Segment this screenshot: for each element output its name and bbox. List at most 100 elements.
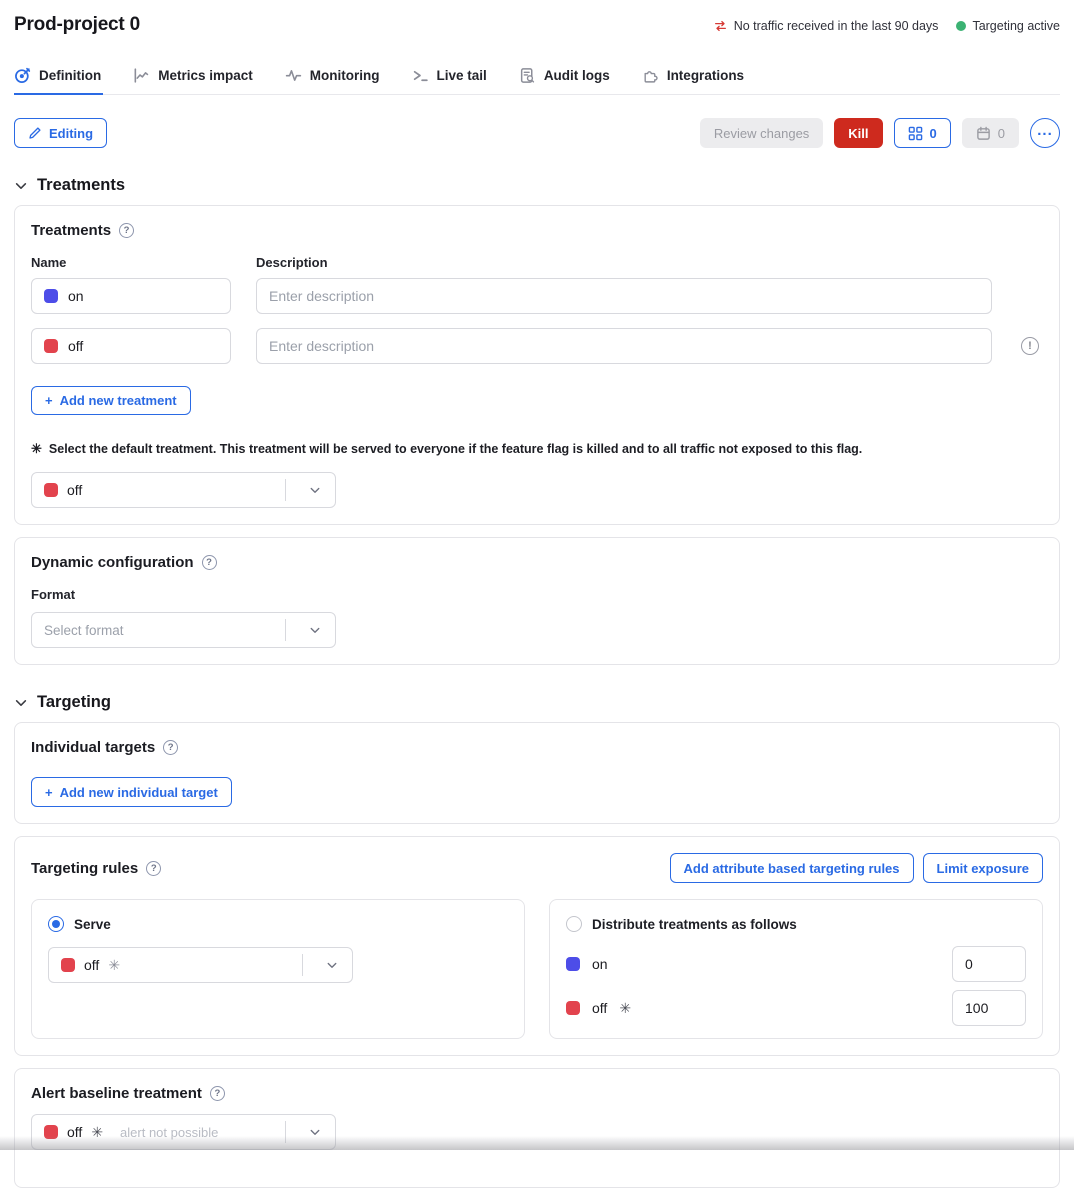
dynamic-config-title: Dynamic configuration [31,554,194,571]
chevron-down-icon [14,179,28,193]
treatments-section-title: Treatments [37,176,125,195]
editing-button[interactable]: Editing [14,118,107,148]
treatments-section-header[interactable]: Treatments [14,176,1060,195]
kill-button[interactable]: Kill [834,118,882,148]
puzzle-icon [642,67,659,84]
schedule-count: 0 [998,126,1005,141]
distribute-row-off: off ✳ [566,990,1026,1026]
tab-integrations[interactable]: Integrations [642,67,746,94]
alert-baseline-select[interactable]: off ✳ alert not possible [31,1114,336,1150]
calendar-icon [976,126,991,141]
limit-exposure-label: Limit exposure [937,861,1029,876]
select-divider [285,479,286,501]
help-icon[interactable]: ? [119,223,134,238]
default-asterisk-icon: ✳ [619,1000,631,1017]
treatment-color-swatch-on [44,289,58,303]
treatment-description-input-on[interactable] [256,278,992,314]
distribute-radio-row[interactable]: Distribute treatments as follows [566,916,1026,932]
targeting-status: Targeting active [956,19,1060,33]
chevron-down-icon [14,696,28,710]
warning-icon-wrap: ! [1017,337,1043,355]
help-icon[interactable]: ? [146,861,161,876]
pencil-icon [28,126,42,140]
distribute-percent-input-on[interactable] [952,946,1026,982]
tab-live-tail[interactable]: Live tail [412,67,489,94]
treatments-card-title: Treatments [31,222,111,239]
treatment-color-swatch-off [44,339,58,353]
treatment-color-swatch-off [61,958,75,972]
distribute-label: Distribute treatments as follows [592,917,797,932]
treatment-name-input-on[interactable]: on [31,278,231,314]
monitoring-pulse-icon [285,67,302,84]
distribute-radio[interactable] [566,916,582,932]
distribute-name-off: off [592,1000,607,1016]
treatments-card: Treatments ? Name Description on off [14,205,1060,525]
feature-flag-page: Prod-project 0 No traffic received in th… [0,14,1074,1188]
ellipsis-icon: ... [1037,122,1053,139]
kill-button-label: Kill [848,126,868,141]
review-changes-label: Review changes [714,126,809,141]
targeting-rules-buttons: Add attribute based targeting rules Limi… [670,853,1043,883]
editing-button-label: Editing [49,126,93,141]
select-divider [285,619,286,641]
targeting-status-text: Targeting active [972,19,1060,33]
tab-definition[interactable]: Definition [14,67,103,94]
format-label: Format [31,587,1043,602]
tab-audit-logs[interactable]: Audit logs [519,67,612,94]
treatments-card-title-row: Treatments ? [31,222,1043,239]
schedule-button[interactable]: 0 [962,118,1019,148]
status-group: No traffic received in the last 90 days … [713,19,1060,33]
help-icon[interactable]: ? [210,1086,225,1101]
serve-treatment-select[interactable]: off ✳ [48,947,353,983]
versions-button[interactable]: 0 [894,118,951,148]
targeting-active-dot-icon [956,21,966,31]
treatment-name-off: off [68,338,83,354]
serve-panel: Serve off ✳ [31,899,525,1039]
chevron-down-icon [295,1126,335,1138]
alert-baseline-title: Alert baseline treatment [31,1085,202,1102]
format-select[interactable]: Select format [31,612,336,648]
audit-log-icon [519,67,536,84]
format-select-placeholder: Select format [44,623,124,638]
default-asterisk-icon: ✳ [108,957,120,974]
treatment-desc-wrap-on [256,278,992,314]
serve-radio[interactable] [48,916,64,932]
warning-icon[interactable]: ! [1021,337,1039,355]
treatment-color-swatch-off [44,483,58,497]
distribute-name-on: on [592,956,608,972]
review-changes-button[interactable]: Review changes [700,118,823,148]
treatment-row-on: on [31,278,1043,314]
tab-monitoring-label: Monitoring [310,68,380,83]
default-asterisk-icon: ✳ [31,442,42,456]
targeting-section-header[interactable]: Targeting [14,693,1060,712]
alert-not-possible-note: alert not possible [120,1125,218,1140]
plus-icon: + [45,785,53,800]
default-asterisk-icon: ✳ [91,1124,103,1141]
add-individual-target-button[interactable]: + Add new individual target [31,777,232,807]
select-divider [302,954,303,976]
metrics-chart-icon [133,67,150,84]
limit-exposure-button[interactable]: Limit exposure [923,853,1043,883]
serve-label: Serve [74,917,111,932]
alert-baseline-title-row: Alert baseline treatment ? [31,1085,1043,1102]
traffic-status-text: No traffic received in the last 90 days [734,19,939,33]
help-icon[interactable]: ? [163,740,178,755]
add-new-treatment-button[interactable]: + Add new treatment [31,386,191,415]
distribute-panel: Distribute treatments as follows on off … [549,899,1043,1039]
tab-metrics-impact[interactable]: Metrics impact [133,67,255,94]
chevron-down-icon [295,624,335,636]
treatment-color-swatch-on [566,957,580,971]
add-attribute-rules-button[interactable]: Add attribute based targeting rules [670,853,914,883]
dynamic-config-title-row: Dynamic configuration ? [31,554,1043,571]
dynamic-configuration-card: Dynamic configuration ? Format Select fo… [14,537,1060,665]
targeting-rules-title: Targeting rules [31,860,138,877]
individual-targets-title-row: Individual targets ? [31,739,1043,756]
help-icon[interactable]: ? [202,555,217,570]
more-actions-button[interactable]: ... [1030,118,1060,148]
distribute-percent-input-off[interactable] [952,990,1026,1026]
serve-radio-row[interactable]: Serve [48,916,508,932]
treatment-name-input-off[interactable]: off [31,328,231,364]
treatment-description-input-off[interactable] [256,328,992,364]
default-treatment-select[interactable]: off [31,472,336,508]
tab-monitoring[interactable]: Monitoring [285,67,382,94]
